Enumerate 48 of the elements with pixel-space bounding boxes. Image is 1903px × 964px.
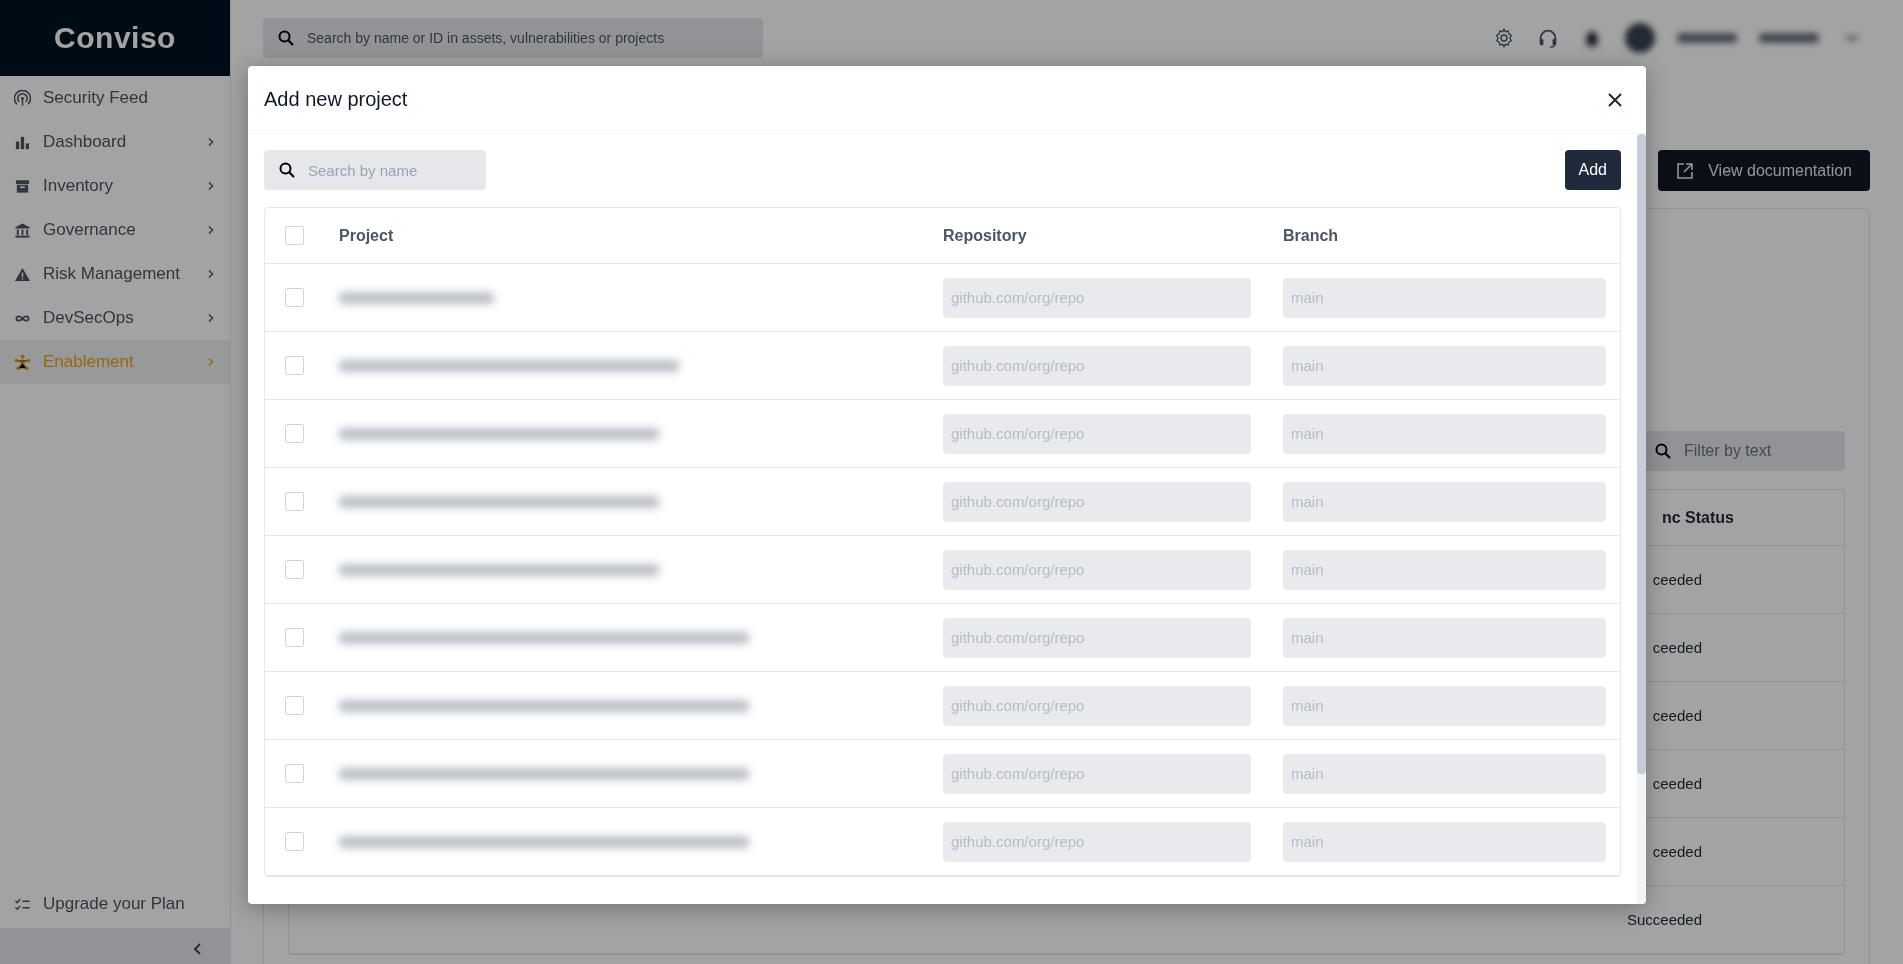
collapse-bar[interactable] (0, 928, 230, 964)
sidebar-item[interactable]: DevSecOps (0, 296, 230, 340)
external-link-icon (1676, 161, 1695, 180)
archive-icon (14, 177, 31, 195)
checkbox[interactable] (285, 696, 304, 715)
network-icon (14, 353, 31, 371)
checkbox[interactable] (285, 424, 304, 443)
sidebar-item[interactable]: Upgrade your Plan (0, 882, 230, 926)
checkbox[interactable] (285, 226, 304, 245)
table-cell: ceeded (1652, 707, 1702, 724)
close-icon (1606, 90, 1624, 109)
table-cell: ceeded (1652, 639, 1702, 656)
add-button[interactable]: Add (1564, 150, 1621, 190)
dialog-title: Add new project (264, 88, 408, 111)
headset-icon[interactable] (1537, 27, 1559, 49)
bank-icon (14, 221, 31, 239)
checkbox[interactable] (285, 832, 304, 851)
logo: Conviso (54, 21, 176, 55)
sidebar-item[interactable]: Risk Management (0, 252, 230, 296)
search-field[interactable]: Search by name or ID in assets, vulnerabilities or projects (263, 18, 763, 58)
column-header: nc Status (1662, 508, 1734, 527)
checkbox[interactable] (285, 628, 304, 647)
table-cell: ceeded (1652, 775, 1702, 792)
blurred-text (1759, 33, 1819, 43)
checkbox[interactable] (285, 560, 304, 579)
column-header: Project (339, 226, 395, 245)
table-cell: Succeeded (1626, 911, 1702, 928)
checkbox[interactable] (285, 356, 304, 375)
settings-icon[interactable] (1493, 27, 1515, 49)
blurred-text (1677, 33, 1737, 43)
checkbox[interactable] (285, 492, 304, 511)
avatar[interactable] (1625, 23, 1655, 53)
column-header: Repository (943, 226, 1028, 245)
sidebar-item[interactable]: Governance (0, 208, 230, 252)
table-cell: ceeded (1652, 843, 1702, 860)
warning-icon (14, 265, 31, 283)
view-documentation-button[interactable]: View documentation (1658, 150, 1870, 191)
checkbox[interactable] (285, 764, 304, 783)
scrollbar-thumb[interactable] (1637, 134, 1646, 774)
feed-icon (14, 89, 31, 107)
table-cell: ceeded (1652, 571, 1702, 588)
sidebar-item[interactable]: Dashboard (0, 120, 230, 164)
checkbox[interactable] (285, 288, 304, 307)
sidebar-item[interactable]: Inventory (0, 164, 230, 208)
search-field[interactable]: Search by name (264, 150, 486, 190)
sidebar-item[interactable]: Security Feed (0, 76, 230, 120)
column-header: Branch (1283, 226, 1340, 245)
chevron-left-icon (192, 942, 204, 956)
